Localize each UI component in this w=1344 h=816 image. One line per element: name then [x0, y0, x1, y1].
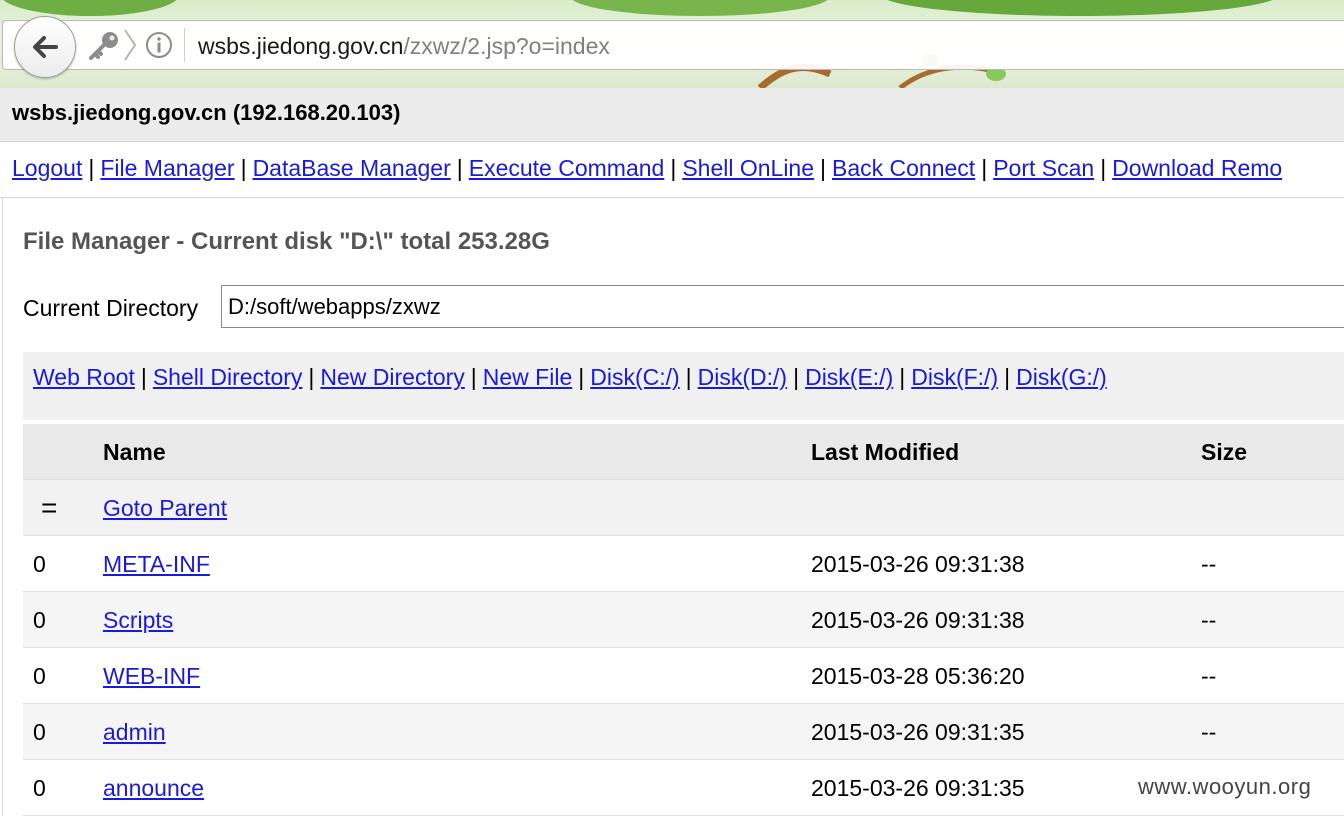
- column-header-size[interactable]: Size: [1201, 439, 1247, 466]
- table-row: 0 META-INF 2015-03-26 09:31:38 --: [23, 536, 1344, 592]
- modified-cell: 2015-03-26 09:31:38: [811, 607, 1025, 633]
- nav-shell-online[interactable]: Shell OnLine: [682, 155, 814, 181]
- link-separator: |: [578, 364, 585, 390]
- nav-logout[interactable]: Logout: [12, 155, 82, 181]
- host-header: wsbs.jiedong.gov.cn (192.168.20.103): [0, 88, 1344, 142]
- folder-link[interactable]: WEB-INF: [103, 663, 200, 690]
- nav-separator: |: [456, 155, 463, 181]
- nav-separator: |: [820, 155, 826, 181]
- table-row: 0 admin 2015-03-26 09:31:35 --: [23, 704, 1344, 760]
- link-separator: |: [793, 364, 800, 390]
- column-header-name[interactable]: Name: [103, 439, 166, 466]
- key-icon[interactable]: [86, 30, 120, 60]
- link-separator: |: [899, 364, 906, 390]
- page-title: File Manager - Current disk "D:\" total …: [23, 228, 550, 255]
- row-marker: 0: [33, 719, 46, 745]
- modified-cell: 2015-03-26 09:31:38: [811, 551, 1025, 577]
- nav-download-remote[interactable]: Download Remo: [1112, 155, 1282, 181]
- url-divider: [184, 28, 185, 62]
- link-disk-d[interactable]: Disk(D:/): [698, 364, 787, 390]
- nav-port-scan[interactable]: Port Scan: [993, 155, 1094, 181]
- file-table: Name Last Modified Size = Goto Parent 0 …: [23, 424, 1344, 816]
- row-marker: 0: [33, 551, 46, 577]
- table-row: 0 Scripts 2015-03-26 09:31:38 --: [23, 592, 1344, 648]
- link-disk-g[interactable]: Disk(G:/): [1016, 364, 1107, 390]
- modified-cell: 2015-03-28 05:36:20: [811, 663, 1025, 689]
- info-icon[interactable]: [145, 31, 173, 59]
- link-separator: |: [140, 364, 147, 390]
- modified-cell: 2015-03-26 09:31:35: [811, 719, 1025, 745]
- quick-links-bar: Web Root | Shell Directory | New Directory | N…: [23, 352, 1344, 420]
- link-shell-directory[interactable]: Shell Directory: [153, 364, 303, 390]
- main-nav: Logout | File Manager | DataBase Manager | Exe…: [0, 142, 1344, 198]
- folder-link[interactable]: announce: [103, 775, 204, 802]
- back-button[interactable]: [14, 16, 76, 78]
- size-cell: --: [1201, 719, 1217, 745]
- back-arrow-icon: [33, 36, 58, 58]
- goto-parent-link[interactable]: Goto Parent: [103, 495, 227, 522]
- folder-link[interactable]: admin: [103, 719, 166, 746]
- link-new-file[interactable]: New File: [483, 364, 572, 390]
- nav-separator: |: [88, 155, 95, 181]
- size-cell: --: [1201, 607, 1217, 633]
- nav-separator: |: [240, 155, 247, 181]
- nav-separator: |: [1100, 155, 1107, 181]
- nav-file-manager[interactable]: File Manager: [100, 155, 234, 181]
- folder-link[interactable]: META-INF: [103, 551, 210, 578]
- url-path: /zxwz/2.jsp?o=index: [403, 33, 610, 59]
- link-disk-e[interactable]: Disk(E:/): [805, 364, 893, 390]
- link-disk-f[interactable]: Disk(F:/): [911, 364, 998, 390]
- chevron-right-icon: [124, 29, 137, 61]
- nav-separator: |: [981, 155, 988, 181]
- watermark: www.wooyun.org: [1138, 774, 1312, 799]
- link-disk-c[interactable]: Disk(C:/): [590, 364, 679, 390]
- link-web-root[interactable]: Web Root: [33, 364, 135, 390]
- browser-toolbar: wsbs.jiedong.gov.cn/zxwz/2.jsp?o=index: [0, 0, 1344, 88]
- link-separator: |: [1004, 364, 1011, 390]
- size-cell: --: [1201, 551, 1217, 577]
- table-header-row: Name Last Modified Size: [23, 424, 1344, 480]
- url-text[interactable]: wsbs.jiedong.gov.cn/zxwz/2.jsp?o=index: [198, 32, 610, 60]
- nav-database-manager[interactable]: DataBase Manager: [253, 155, 451, 181]
- nav-back-connect[interactable]: Back Connect: [832, 155, 975, 181]
- parent-marker: =: [41, 492, 58, 523]
- link-new-directory[interactable]: New Directory: [320, 364, 464, 390]
- row-marker: 0: [33, 775, 46, 801]
- file-manager-panel: File Manager - Current disk "D:\" total …: [2, 198, 1344, 816]
- link-separator: |: [685, 364, 692, 390]
- column-header-modified[interactable]: Last Modified: [811, 439, 959, 466]
- row-marker: 0: [33, 607, 46, 633]
- current-directory-label: Current Directory: [23, 295, 199, 321]
- goto-parent-row: = Goto Parent: [23, 480, 1344, 536]
- url-host: wsbs.jiedong.gov.cn: [198, 33, 404, 59]
- nav-execute-command[interactable]: Execute Command: [469, 155, 665, 181]
- size-cell: --: [1201, 663, 1217, 689]
- row-marker: 0: [33, 663, 46, 689]
- nav-separator: |: [670, 155, 677, 181]
- link-separator: |: [308, 364, 315, 390]
- current-directory-input[interactable]: D:/soft/webapps/zxwz: [221, 285, 1344, 328]
- modified-cell: 2015-03-26 09:31:35: [811, 775, 1025, 801]
- link-separator: |: [470, 364, 477, 390]
- folder-link[interactable]: Scripts: [103, 607, 173, 634]
- table-row: 0 WEB-INF 2015-03-28 05:36:20 --: [23, 648, 1344, 704]
